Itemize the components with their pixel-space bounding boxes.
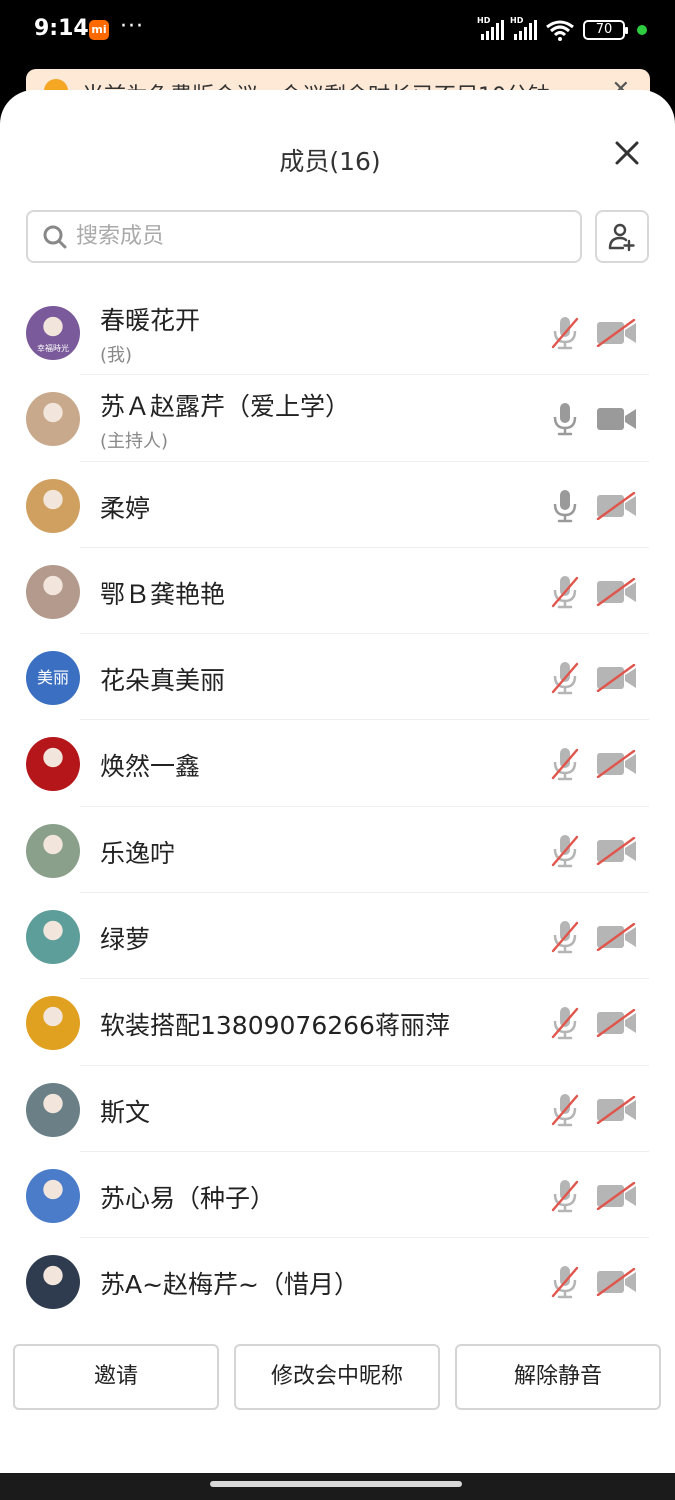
battery-icon: 70 — [583, 20, 628, 40]
unmute-all-button[interactable]: 解除静音 — [455, 1344, 661, 1410]
status-indicators: HD HD 70 — [477, 16, 647, 42]
sheet-title: 成员(16) — [279, 147, 381, 176]
wifi-icon — [546, 20, 574, 41]
mic-muted-icon[interactable] — [551, 919, 579, 955]
navigation-bar — [0, 1473, 675, 1500]
avatar — [26, 1082, 80, 1137]
more-notifications-icon: ··· — [120, 14, 144, 39]
member-role: (主持人) — [100, 431, 169, 453]
camera-off-icon[interactable] — [596, 664, 638, 693]
member-row[interactable]: 美丽 花朵真美丽 — [0, 634, 675, 721]
member-row[interactable]: 软装搭配13809076266蒋丽萍 — [0, 979, 675, 1066]
mic-muted-icon[interactable] — [551, 574, 579, 610]
mic-muted-icon[interactable] — [551, 1264, 579, 1300]
search-icon — [43, 225, 67, 248]
search-input[interactable] — [76, 224, 556, 249]
member-list: 幸福時光 春暖花开 (我) 苏Ａ赵露芹（爱上学） (主持人) 柔婷鄂Ｂ龚艳艳美丽 花朵真美丽… — [0, 289, 675, 1325]
close-icon[interactable] — [612, 138, 642, 168]
camera-off-icon[interactable] — [596, 319, 638, 347]
signal-hd-label: HD — [477, 16, 491, 25]
privacy-indicator-dot — [637, 25, 647, 35]
camera-off-icon[interactable] — [596, 577, 638, 606]
mic-icon[interactable] — [551, 401, 579, 437]
add-person-icon — [608, 223, 635, 251]
camera-off-icon[interactable] — [596, 1009, 638, 1038]
avatar — [26, 564, 80, 619]
member-row[interactable]: 乐逸咛 — [0, 807, 675, 894]
mic-muted-icon[interactable] — [551, 1092, 579, 1128]
status-time: 9:14 — [34, 16, 89, 41]
avatar — [26, 737, 80, 792]
member-name: 焕然一鑫 — [100, 752, 201, 782]
member-role: (我) — [100, 345, 133, 366]
member-name: 花朵真美丽 — [100, 666, 226, 696]
status-bar: 9:14 mi ··· HD HD 70 — [0, 0, 675, 62]
mic-muted-icon[interactable] — [551, 1178, 579, 1214]
camera-off-icon[interactable] — [596, 836, 638, 865]
member-name: 苏A~赵梅芹~（惜月） — [100, 1270, 359, 1300]
member-row[interactable]: 焕然一鑫 — [0, 720, 675, 807]
member-row[interactable]: 苏A~赵梅芹~（惜月） — [0, 1238, 675, 1324]
member-name: 斯文 — [100, 1097, 151, 1127]
avatar — [26, 910, 80, 965]
signal-hd-label: HD — [510, 16, 524, 25]
avatar — [26, 1255, 80, 1310]
avatar — [26, 392, 80, 447]
member-name: 鄂Ｂ龚艳艳 — [100, 579, 226, 609]
member-row[interactable]: 绿萝 — [0, 893, 675, 980]
mic-muted-icon[interactable] — [551, 315, 579, 351]
member-row[interactable]: 鄂Ｂ龚艳艳 — [0, 548, 675, 635]
mic-muted-icon[interactable] — [551, 1005, 579, 1041]
home-indicator[interactable] — [210, 1481, 462, 1487]
member-row[interactable]: 苏Ａ赵露芹（爱上学） (主持人) — [0, 375, 675, 462]
member-row[interactable]: 幸福時光 春暖花开 (我) — [0, 289, 675, 376]
member-name: 苏心易（种子） — [100, 1183, 276, 1213]
member-row[interactable]: 柔婷 — [0, 462, 675, 548]
avatar: 幸福時光 — [26, 306, 80, 360]
camera-icon[interactable] — [596, 405, 638, 433]
member-name: 软装搭配13809076266蒋丽萍 — [100, 1011, 450, 1041]
camera-off-icon[interactable] — [596, 1268, 638, 1297]
member-name: 春暖花开 — [100, 306, 201, 335]
member-name: 苏Ａ赵露芹（爱上学） — [100, 392, 351, 422]
member-row[interactable]: 斯文 — [0, 1066, 675, 1152]
mi-app-icon: mi — [89, 20, 109, 40]
member-name: 柔婷 — [100, 493, 151, 523]
mic-muted-icon[interactable] — [551, 746, 579, 782]
mic-icon[interactable] — [551, 488, 579, 524]
member-name: 绿萝 — [100, 925, 151, 955]
camera-off-icon[interactable] — [596, 923, 638, 952]
members-sheet: 成员(16) 幸福時光 春暖花开 (我) 苏Ａ赵露芹（爱上学） (主持人) 柔婷鄂Ｂ龚艳艳… — [0, 90, 675, 1473]
avatar — [26, 478, 80, 533]
add-member-button[interactable] — [595, 210, 649, 263]
avatar — [26, 996, 80, 1051]
mic-muted-icon[interactable] — [551, 660, 579, 696]
avatar-initials: 美丽 — [36, 668, 69, 688]
camera-off-icon[interactable] — [596, 1181, 638, 1210]
camera-off-icon[interactable] — [596, 1095, 638, 1124]
avatar — [26, 823, 80, 878]
signal-icon: HD — [477, 16, 504, 40]
avatar — [26, 1168, 80, 1223]
member-row[interactable]: 苏心易（种子） — [0, 1152, 675, 1239]
mic-muted-icon[interactable] — [551, 833, 579, 869]
camera-off-icon[interactable] — [596, 491, 638, 520]
search-box[interactable] — [26, 210, 582, 263]
member-name: 乐逸咛 — [100, 838, 176, 868]
avatar-caption: 幸福時光 — [37, 344, 69, 353]
signal-icon: HD — [510, 16, 537, 40]
rename-button[interactable]: 修改会中昵称 — [234, 1344, 440, 1410]
camera-off-icon[interactable] — [596, 750, 638, 779]
invite-button[interactable]: 邀请 — [13, 1344, 219, 1410]
avatar: 美丽 — [26, 651, 80, 706]
